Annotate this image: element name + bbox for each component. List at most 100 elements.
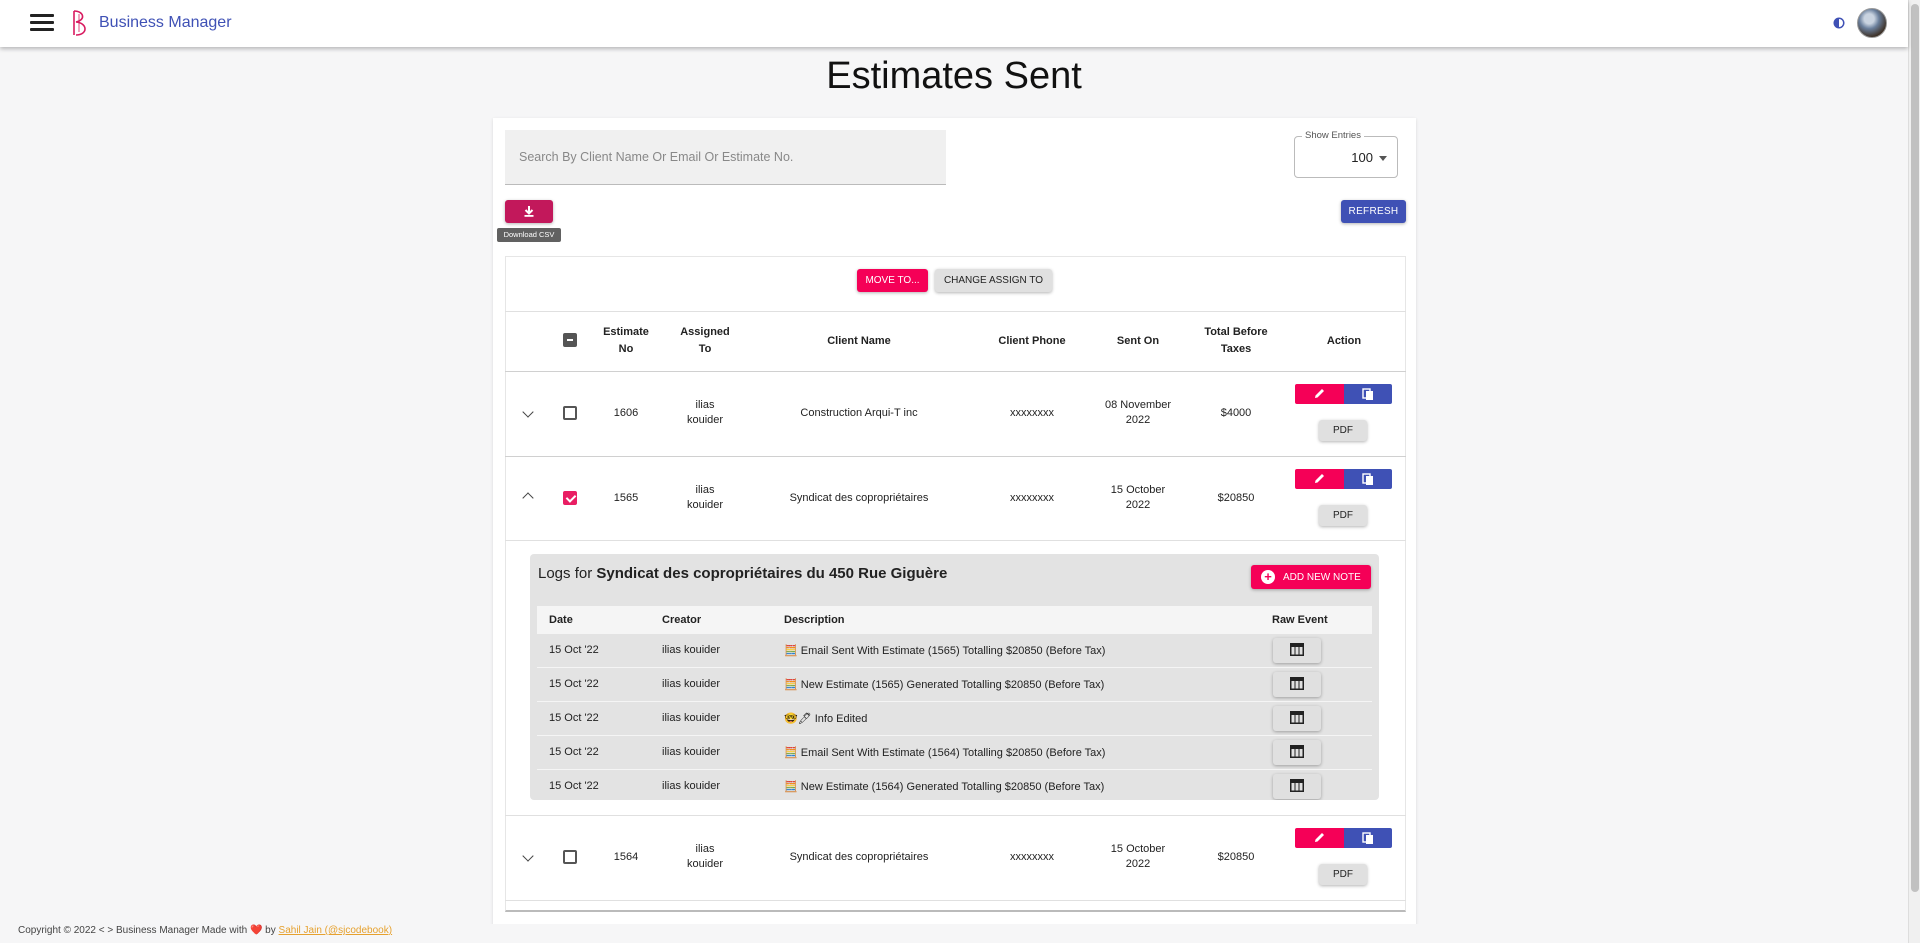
edit-button[interactable]: [1295, 384, 1344, 404]
total-before-taxes: $4000: [1220, 407, 1252, 419]
estimate-no: 1565: [613, 492, 639, 504]
copy-button[interactable]: [1344, 384, 1392, 404]
table-header-divider: [505, 371, 1406, 372]
header-estimate-no: Estimate No: [603, 326, 649, 355]
header-action: Action: [1326, 335, 1362, 347]
header-sent-on: Sent On: [1116, 335, 1160, 347]
log-date: 15 Oct '22: [549, 712, 599, 724]
footer-copyright: Copyright © 2022 < > Business Manager Ma…: [18, 925, 248, 936]
client-name: Construction Arqui-T inc: [800, 407, 918, 419]
log-row: 15 Oct '22 ilias kouider 🧮 New Estimate …: [537, 769, 1372, 800]
avatar[interactable]: [1857, 8, 1887, 38]
table-header-top-divider: [505, 311, 1406, 312]
app-title[interactable]: Business Manager: [99, 14, 232, 32]
app-bar: Business Manager: [0, 0, 1908, 47]
show-entries-select[interactable]: Show Entries 100: [1294, 130, 1398, 178]
change-assign-button[interactable]: CHANGE ASSIGN TO: [935, 269, 1052, 292]
table-icon: [1290, 676, 1304, 690]
assigned-to: ilias kouider: [686, 843, 724, 870]
row-checkbox[interactable]: [563, 406, 577, 420]
logs-header-raw-event: Raw Event: [1272, 614, 1328, 626]
copy-icon: [1362, 473, 1373, 485]
client-phone: xxxxxxxx: [1010, 492, 1054, 504]
estimate-no: 1564: [613, 851, 639, 863]
table-icon: [1290, 710, 1304, 724]
table-icon: [1290, 778, 1304, 792]
search-input[interactable]: [505, 130, 946, 184]
log-description: 🤓🖊 Info Edited: [784, 713, 868, 725]
total-before-taxes: $20850: [1217, 492, 1255, 504]
author-link[interactable]: Sahil Jain (@sjcodebook): [279, 925, 393, 936]
row-checkbox[interactable]: [563, 491, 577, 505]
client-name: Syndicat des copropriétaires: [789, 851, 929, 863]
pdf-button[interactable]: PDF: [1319, 505, 1367, 526]
page-scrollbar[interactable]: [1908, 0, 1920, 943]
add-new-note-button[interactable]: + ADD NEW NOTE: [1251, 565, 1371, 589]
logs-title: Logs for Syndicat des copropriétaires du…: [538, 565, 948, 582]
header-client-phone: Client Phone: [998, 335, 1066, 347]
assigned-to: ilias kouider: [686, 399, 724, 426]
raw-event-button[interactable]: [1273, 706, 1321, 731]
header-client-name: Client Name: [827, 335, 891, 347]
log-creator: ilias kouider: [662, 746, 721, 758]
download-csv-tooltip: Download CSV: [497, 228, 561, 242]
menu-icon[interactable]: [30, 14, 54, 32]
raw-event-button[interactable]: [1273, 774, 1321, 799]
refresh-button[interactable]: REFRESH: [1341, 200, 1406, 223]
copy-button[interactable]: [1344, 469, 1392, 489]
edit-button[interactable]: [1295, 828, 1344, 848]
move-to-button[interactable]: MOVE TO...: [857, 269, 928, 292]
show-entries-value: 100: [1351, 150, 1373, 165]
logs-table: Date Creator Description Raw Event 15 Oc…: [537, 606, 1372, 800]
pdf-button[interactable]: PDF: [1319, 864, 1367, 885]
sent-on: 08 November 2022: [1104, 399, 1172, 426]
log-date: 15 Oct '22: [549, 644, 599, 656]
copy-button[interactable]: [1344, 828, 1392, 848]
log-creator: ilias kouider: [662, 780, 721, 792]
logs-header-row: Date Creator Description Raw Event: [537, 606, 1372, 633]
raw-event-button[interactable]: [1273, 638, 1321, 663]
logs-header-date: Date: [549, 614, 573, 626]
logs-header-description: Description: [784, 614, 845, 626]
client-phone: xxxxxxxx: [1010, 851, 1054, 863]
add-circle-icon: +: [1261, 570, 1275, 584]
raw-event-button[interactable]: [1273, 740, 1321, 765]
download-csv-button[interactable]: [505, 200, 553, 223]
logo-icon: [73, 10, 86, 36]
show-entries-label: Show Entries: [1302, 130, 1364, 141]
total-before-taxes: $20850: [1217, 851, 1255, 863]
pencil-icon: [1315, 389, 1324, 398]
log-creator: ilias kouider: [662, 712, 721, 724]
header-assigned-to: Assigned To: [680, 326, 730, 355]
footer-by: by: [262, 925, 279, 936]
pencil-icon: [1315, 833, 1324, 842]
download-icon: [524, 206, 534, 217]
log-date: 15 Oct '22: [549, 746, 599, 758]
caret-down-icon: [1379, 156, 1387, 161]
log-date: 15 Oct '22: [549, 780, 599, 792]
copy-icon: [1362, 832, 1373, 844]
log-description: 🧮 New Estimate (1565) Generated Totallin…: [784, 679, 1105, 691]
log-description: 🧮 Email Sent With Estimate (1564) Totall…: [784, 747, 1106, 759]
log-row: 15 Oct '22 ilias kouider 🧮 Email Sent Wi…: [537, 633, 1372, 667]
log-description: 🧮 New Estimate (1564) Generated Totallin…: [784, 781, 1105, 793]
footer: Copyright © 2022 < > Business Manager Ma…: [0, 924, 1908, 943]
edit-button[interactable]: [1295, 469, 1344, 489]
sent-on: 15 October 2022: [1110, 484, 1166, 511]
select-all-checkbox[interactable]: [563, 333, 577, 347]
row-checkbox[interactable]: [563, 850, 577, 864]
theme-toggle-icon[interactable]: [1832, 16, 1846, 30]
table-icon: [1290, 744, 1304, 758]
pdf-button[interactable]: PDF: [1319, 420, 1367, 441]
copy-icon: [1362, 388, 1373, 400]
raw-event-button[interactable]: [1273, 672, 1321, 697]
scrollbar-thumb[interactable]: [1911, 4, 1919, 892]
row-divider: [505, 900, 1406, 901]
search-field[interactable]: [505, 130, 946, 185]
row-divider: [505, 540, 1406, 541]
log-row: 15 Oct '22 ilias kouider 🧮 New Estimate …: [537, 667, 1372, 701]
table-icon: [1290, 642, 1304, 656]
client-phone: xxxxxxxx: [1010, 407, 1054, 419]
log-description: 🧮 Email Sent With Estimate (1565) Totall…: [784, 645, 1106, 657]
log-row: 15 Oct '22 ilias kouider 🤓🖊 Info Edited: [537, 701, 1372, 735]
